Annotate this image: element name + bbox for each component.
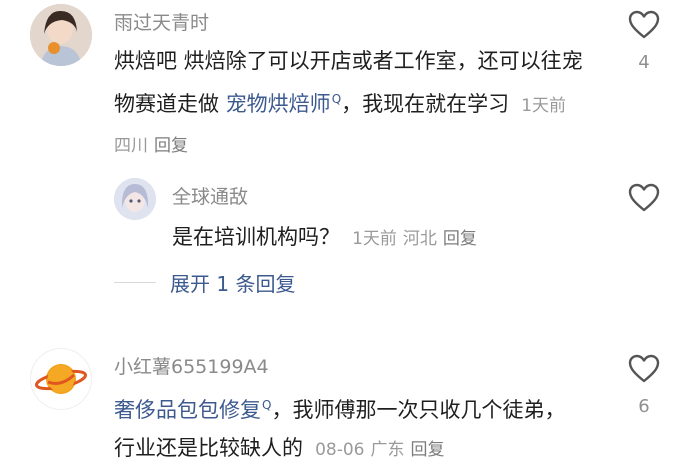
- reply-button[interactable]: 回复: [154, 136, 188, 156]
- topic-link[interactable]: 宠物烘焙师Q: [226, 92, 341, 116]
- heart-outline-icon: [628, 354, 660, 383]
- expand-replies-button[interactable]: 展开 1 条回复: [114, 268, 295, 297]
- divider: [114, 282, 156, 283]
- comment-meta: 08-06 广东 回复: [310, 440, 451, 460]
- heart-outline-icon: [628, 10, 660, 39]
- like-button[interactable]: [624, 183, 664, 213]
- timestamp: 1天前: [521, 96, 567, 116]
- like-count: 6: [638, 396, 650, 417]
- like-count: 4: [638, 52, 650, 73]
- comment-text-part: 是在培训机构吗？: [172, 225, 340, 249]
- comment-text: 烘焙吧 烘焙除了可以开店或者工作室，还可以往宠物赛道走做 宠物烘焙师Q，我现在就…: [114, 42, 584, 165]
- location: 河北: [402, 229, 437, 249]
- username[interactable]: 小红薯655199A4: [114, 352, 269, 379]
- reply-button[interactable]: 回复: [443, 229, 477, 249]
- timestamp: 08-06: [315, 440, 365, 460]
- avatar[interactable]: [30, 348, 92, 410]
- comment-text: 是在培训机构吗？ 1天前 河北 回复: [172, 218, 592, 258]
- location: 广东: [370, 440, 405, 460]
- comment-text-part: ，我现在就在学习: [341, 92, 510, 116]
- reply-button[interactable]: 回复: [411, 440, 445, 460]
- comment-text: 奢侈品包包修复Q，我师傅那一次只收几个徒弟，行业还是比较缺人的 08-06 广东回…: [114, 386, 584, 469]
- expand-replies-label: 展开 1 条回复: [170, 272, 296, 296]
- comment-meta: 1天前 河北 回复: [347, 229, 483, 249]
- search-icon: Q: [331, 92, 342, 106]
- avatar[interactable]: [30, 4, 92, 66]
- heart-outline-icon: [628, 183, 660, 212]
- location: 四川: [114, 136, 148, 156]
- avatar[interactable]: [114, 178, 156, 220]
- avatar-illustration: [114, 178, 156, 220]
- like-button[interactable]: 6: [624, 354, 664, 417]
- like-button[interactable]: 4: [624, 10, 664, 73]
- username[interactable]: 雨过天青时: [114, 8, 209, 35]
- avatar-photo: [30, 4, 92, 66]
- topic-link[interactable]: 奢侈品包包修复Q: [114, 398, 271, 422]
- timestamp: 1天前: [352, 229, 397, 249]
- comment-text-part: 烘焙吧 烘焙除了可以开店或者工作室，还可以往: [114, 49, 562, 73]
- planet-icon: [35, 364, 87, 394]
- username[interactable]: 全球通敌: [172, 182, 248, 209]
